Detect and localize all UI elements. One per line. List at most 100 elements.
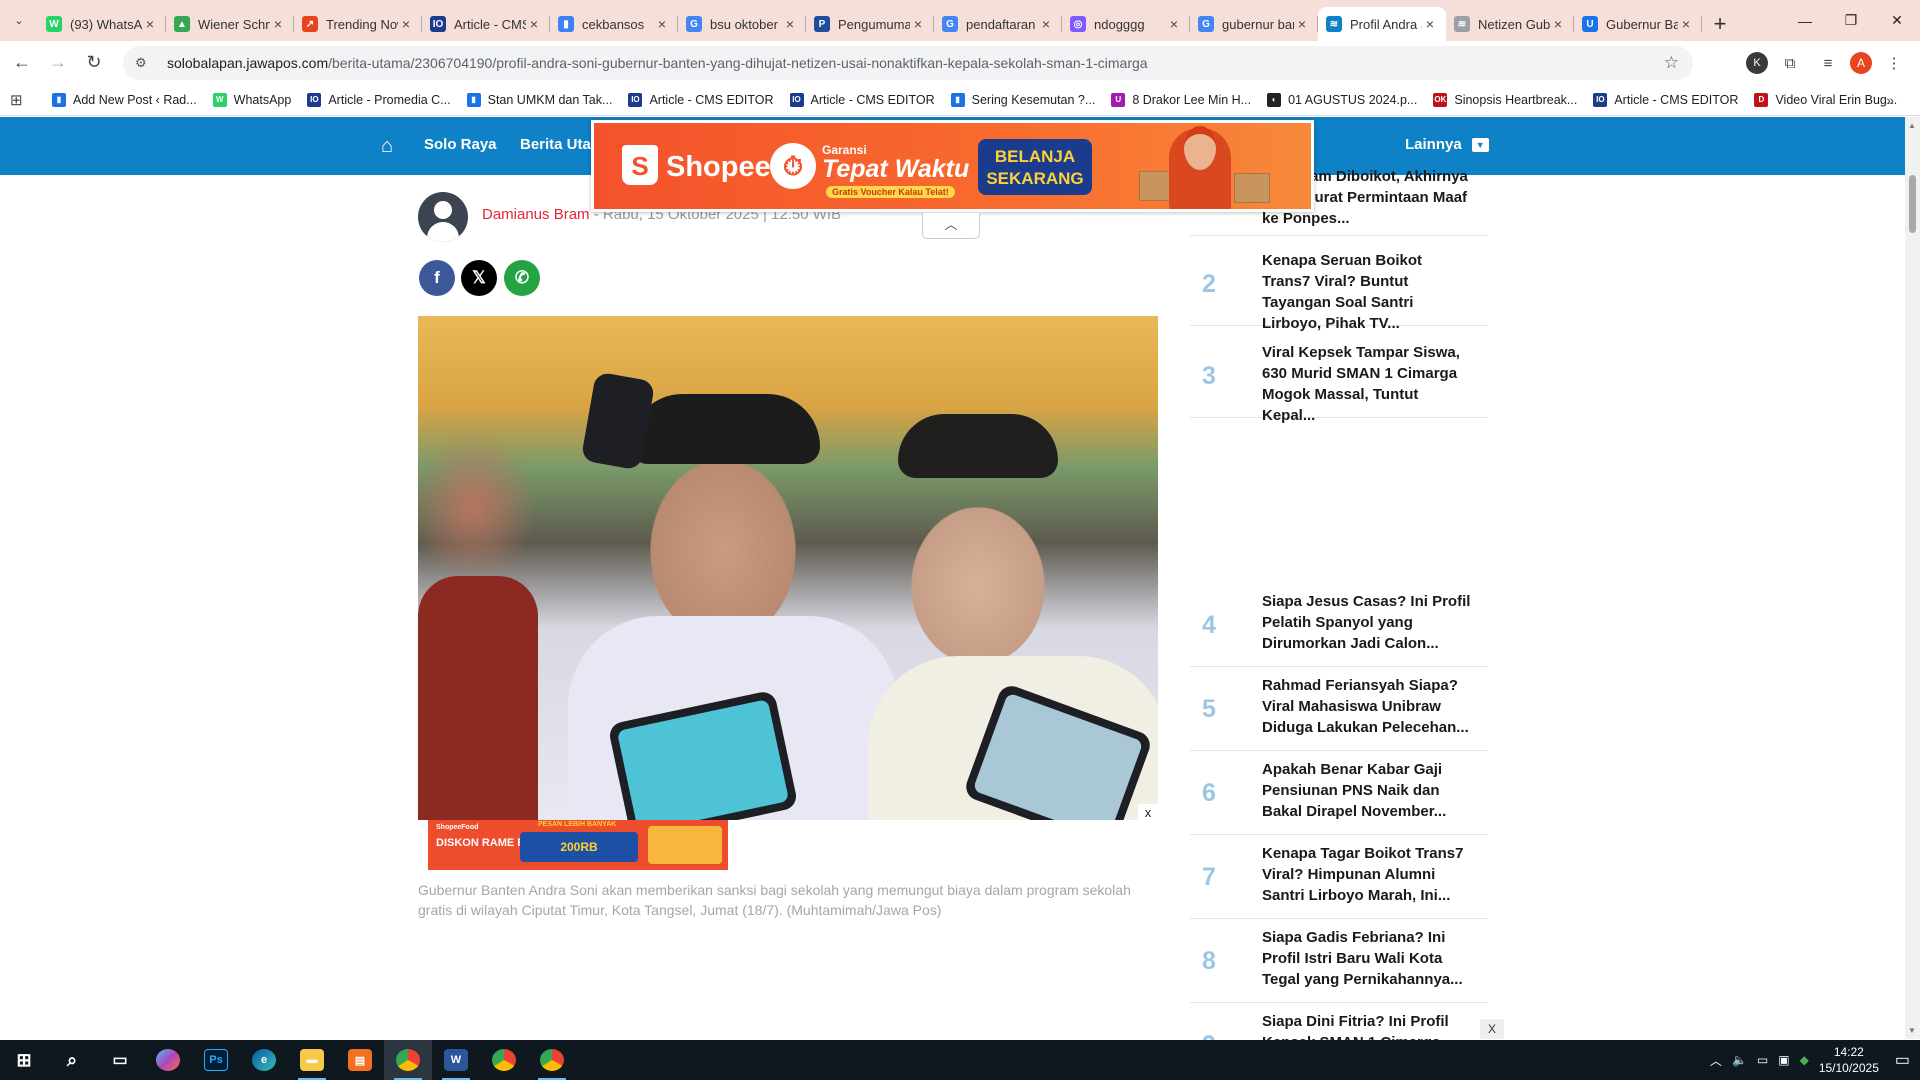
- bookmark-item[interactable]: W WhatsApp: [212, 92, 291, 107]
- restore-icon[interactable]: ❐: [1828, 0, 1874, 41]
- bookmark-item[interactable]: IO Article - Promedia C...: [307, 92, 451, 107]
- popular-news-item[interactable]: 3 Viral Kepsek Tampar Siswa, 630 Murid SM…: [1190, 334, 1488, 424]
- extensions-puzzle-icon[interactable]: ⧉: [1774, 47, 1806, 79]
- photoshop-icon[interactable]: Ps: [192, 1040, 240, 1080]
- windows-start-icon[interactable]: ⊞: [0, 1040, 48, 1080]
- tab-close-icon[interactable]: ×: [1294, 16, 1310, 32]
- browser-tab[interactable]: P Pengumuman×: [806, 7, 934, 41]
- chrome-profile-icon[interactable]: [528, 1040, 576, 1080]
- browser-tab[interactable]: Gbsu oktober ×: [678, 7, 806, 41]
- scroll-thumb[interactable]: [1909, 175, 1916, 233]
- media-control-icon[interactable]: ≡: [1812, 47, 1844, 79]
- apps-grid-icon[interactable]: ⊞: [10, 91, 32, 109]
- news-title[interactable]: Kenapa Tagar Boikot Trans7 Viral? Himpun…: [1262, 843, 1474, 906]
- page-scrollbar[interactable]: ▲ ▼: [1905, 117, 1920, 1039]
- browser-tab[interactable]: ▮ cekbansos ×: [550, 7, 678, 41]
- bookmark-item[interactable]: IO Article - CMS EDITOR: [1593, 92, 1738, 107]
- site-info-icon[interactable]: ⚙: [135, 55, 155, 71]
- tab-close-icon[interactable]: ×: [1422, 16, 1438, 32]
- shield-icon[interactable]: ◆: [1800, 1053, 1809, 1067]
- reload-icon[interactable]: ↻: [76, 45, 112, 81]
- search-icon[interactable]: ⌕: [48, 1040, 96, 1080]
- network-icon[interactable]: ▭: [1757, 1053, 1768, 1067]
- profile-avatar[interactable]: A: [1850, 52, 1872, 74]
- browser-tab[interactable]: ▲ Wiener Schnitzel×: [166, 7, 294, 41]
- tab-close-icon[interactable]: ×: [398, 16, 414, 32]
- tab-close-icon[interactable]: ×: [1678, 16, 1694, 32]
- news-title[interactable]: Siapa Gadis Febriana? Ini Profil Istri B…: [1262, 927, 1474, 990]
- browser-tab[interactable]: ◎ ndogggg ×: [1062, 7, 1190, 41]
- browser-tab[interactable]: ≋ Netizen Gubernur×: [1446, 7, 1574, 41]
- address-bar[interactable]: ⚙ solobalapan.jawapos.com/berita-utama/2…: [123, 46, 1693, 80]
- popular-news-item[interactable]: 4 Siapa Jesus Casas? Ini Profil Pelatih S…: [1190, 583, 1488, 667]
- tab-close-icon[interactable]: ×: [1038, 16, 1054, 32]
- task-view-icon[interactable]: ▭: [96, 1040, 144, 1080]
- close-window-icon[interactable]: ✕: [1874, 0, 1920, 41]
- chrome-taskbar-icon[interactable]: [384, 1040, 432, 1080]
- minimize-icon[interactable]: —: [1782, 0, 1828, 41]
- tab-close-icon[interactable]: ×: [142, 16, 158, 32]
- tab-close-icon[interactable]: ×: [1550, 16, 1566, 32]
- bookmark-item[interactable]: U 8 Drakor Lee Min H...: [1111, 92, 1251, 107]
- tab-close-icon[interactable]: ×: [526, 16, 542, 32]
- browser-tab[interactable]: W (93) WhatsApp×: [38, 7, 166, 41]
- browser-tab[interactable]: Gpendaftaran ×: [934, 7, 1062, 41]
- tab-close-icon[interactable]: ×: [782, 16, 798, 32]
- tab-close-icon[interactable]: ×: [910, 16, 926, 32]
- forward-arrow-icon[interactable]: →: [40, 45, 76, 81]
- shopee-cta-button[interactable]: BELANJA SEKARANG: [978, 139, 1092, 195]
- browser-tab[interactable]: U Gubernur Banten×: [1574, 7, 1702, 41]
- popular-news-item[interactable]: 5 Rahmad Feriansyah Siapa? Viral Mahasisw…: [1190, 667, 1488, 751]
- back-arrow-icon[interactable]: ←: [4, 45, 40, 81]
- browser-tab[interactable]: ≋ Profil Andra Soni×: [1318, 7, 1446, 41]
- shopeefood-ad-banner[interactable]: ShopeeFood DISKON RAME RAME PESAN LEBIH …: [428, 820, 728, 870]
- photo-ad-close-button[interactable]: x: [1138, 804, 1158, 822]
- bookmark-item[interactable]: D Video Viral Erin Bug...: [1754, 92, 1897, 107]
- chrome-icon[interactable]: [480, 1040, 528, 1080]
- bookmark-item[interactable]: ▮ Add New Post ‹ Rad...: [52, 92, 197, 107]
- copilot-icon[interactable]: [144, 1040, 192, 1080]
- shopee-ad-banner[interactable]: S Shopee ⏱ Garansi Tepat Waktu Gratis Vo…: [591, 120, 1314, 212]
- tab-search-chevron-icon[interactable]: ⌄: [0, 4, 38, 38]
- profile-k-icon[interactable]: K: [1746, 52, 1768, 74]
- clock[interactable]: 14:22 15/10/2025: [1819, 1044, 1879, 1076]
- x-share-button[interactable]: 𝕏: [461, 260, 497, 296]
- whatsapp-share-button[interactable]: ✆: [504, 260, 540, 296]
- bookmark-item[interactable]: IO Article - CMS EDITOR: [628, 92, 774, 107]
- browser-tab[interactable]: IO Article - CMS EDITOR×: [422, 7, 550, 41]
- browser-tab[interactable]: Ggubernur banten×: [1190, 7, 1318, 41]
- popular-news-item[interactable]: 2 Kenapa Seruan Boikot Trans7 Viral? Bunt…: [1190, 242, 1488, 332]
- tab-close-icon[interactable]: ×: [270, 16, 286, 32]
- more-bookmarks-chevron-icon[interactable]: »: [1886, 92, 1894, 108]
- edge-icon[interactable]: e: [240, 1040, 288, 1080]
- file-explorer-icon[interactable]: ▬: [288, 1040, 336, 1080]
- bookmark-item[interactable]: ▮ Sering Kesemutan ?...: [950, 92, 1095, 107]
- tab-close-icon[interactable]: ×: [1166, 16, 1182, 32]
- bookmark-item[interactable]: ◐ 01 AGUSTUS 2024.p...: [1267, 92, 1417, 107]
- ad-collapse-chevron-up-icon[interactable]: ︿: [922, 213, 980, 239]
- scroll-up-arrow-icon[interactable]: ▲: [1908, 121, 1916, 130]
- popular-news-item[interactable]: 6 Apakah Benar Kabar Gaji Pensiunan PNS N…: [1190, 751, 1488, 835]
- new-tab-button[interactable]: +: [1702, 7, 1738, 41]
- tab-close-icon[interactable]: ×: [654, 16, 670, 32]
- news-title[interactable]: Rahmad Feriansyah Siapa? Viral Mahasiswa…: [1262, 675, 1474, 738]
- scroll-down-arrow-icon[interactable]: ▼: [1908, 1026, 1916, 1035]
- tray-chevron-up-icon[interactable]: ︿: [1710, 1052, 1722, 1069]
- home-icon[interactable]: ⌂: [381, 135, 393, 158]
- news-title[interactable]: Siapa Jesus Casas? Ini Profil Pelatih Sp…: [1262, 591, 1474, 654]
- bookmark-item[interactable]: OK Sinopsis Heartbreak...: [1433, 92, 1577, 107]
- bookmark-item[interactable]: ▮ Stan UMKM dan Tak...: [466, 92, 612, 107]
- popular-news-item[interactable]: 7 Kenapa Tagar Boikot Trans7 Viral? Himpu…: [1190, 835, 1488, 919]
- facebook-share-button[interactable]: f: [419, 260, 455, 296]
- author-name[interactable]: Damianus Bram: [482, 206, 590, 223]
- browser-tab[interactable]: ↗ Trending Now×: [294, 7, 422, 41]
- volume-icon[interactable]: 🔈: [1732, 1053, 1747, 1067]
- bookmark-star-icon[interactable]: ☆: [1664, 53, 1679, 73]
- bookmark-item[interactable]: IO Article - CMS EDITOR: [789, 92, 935, 107]
- nav-solo-raya[interactable]: Solo Raya: [424, 136, 497, 153]
- news-title[interactable]: Apakah Benar Kabar Gaji Pensiunan PNS Na…: [1262, 759, 1474, 822]
- news-title[interactable]: Viral Kepsek Tampar Siswa, 630 Murid SMA…: [1262, 342, 1474, 426]
- news-title[interactable]: Kenapa Seruan Boikot Trans7 Viral? Buntu…: [1262, 250, 1474, 334]
- orange-app-icon[interactable]: ▤: [336, 1040, 384, 1080]
- chrome-menu-icon[interactable]: ⋮: [1878, 47, 1910, 79]
